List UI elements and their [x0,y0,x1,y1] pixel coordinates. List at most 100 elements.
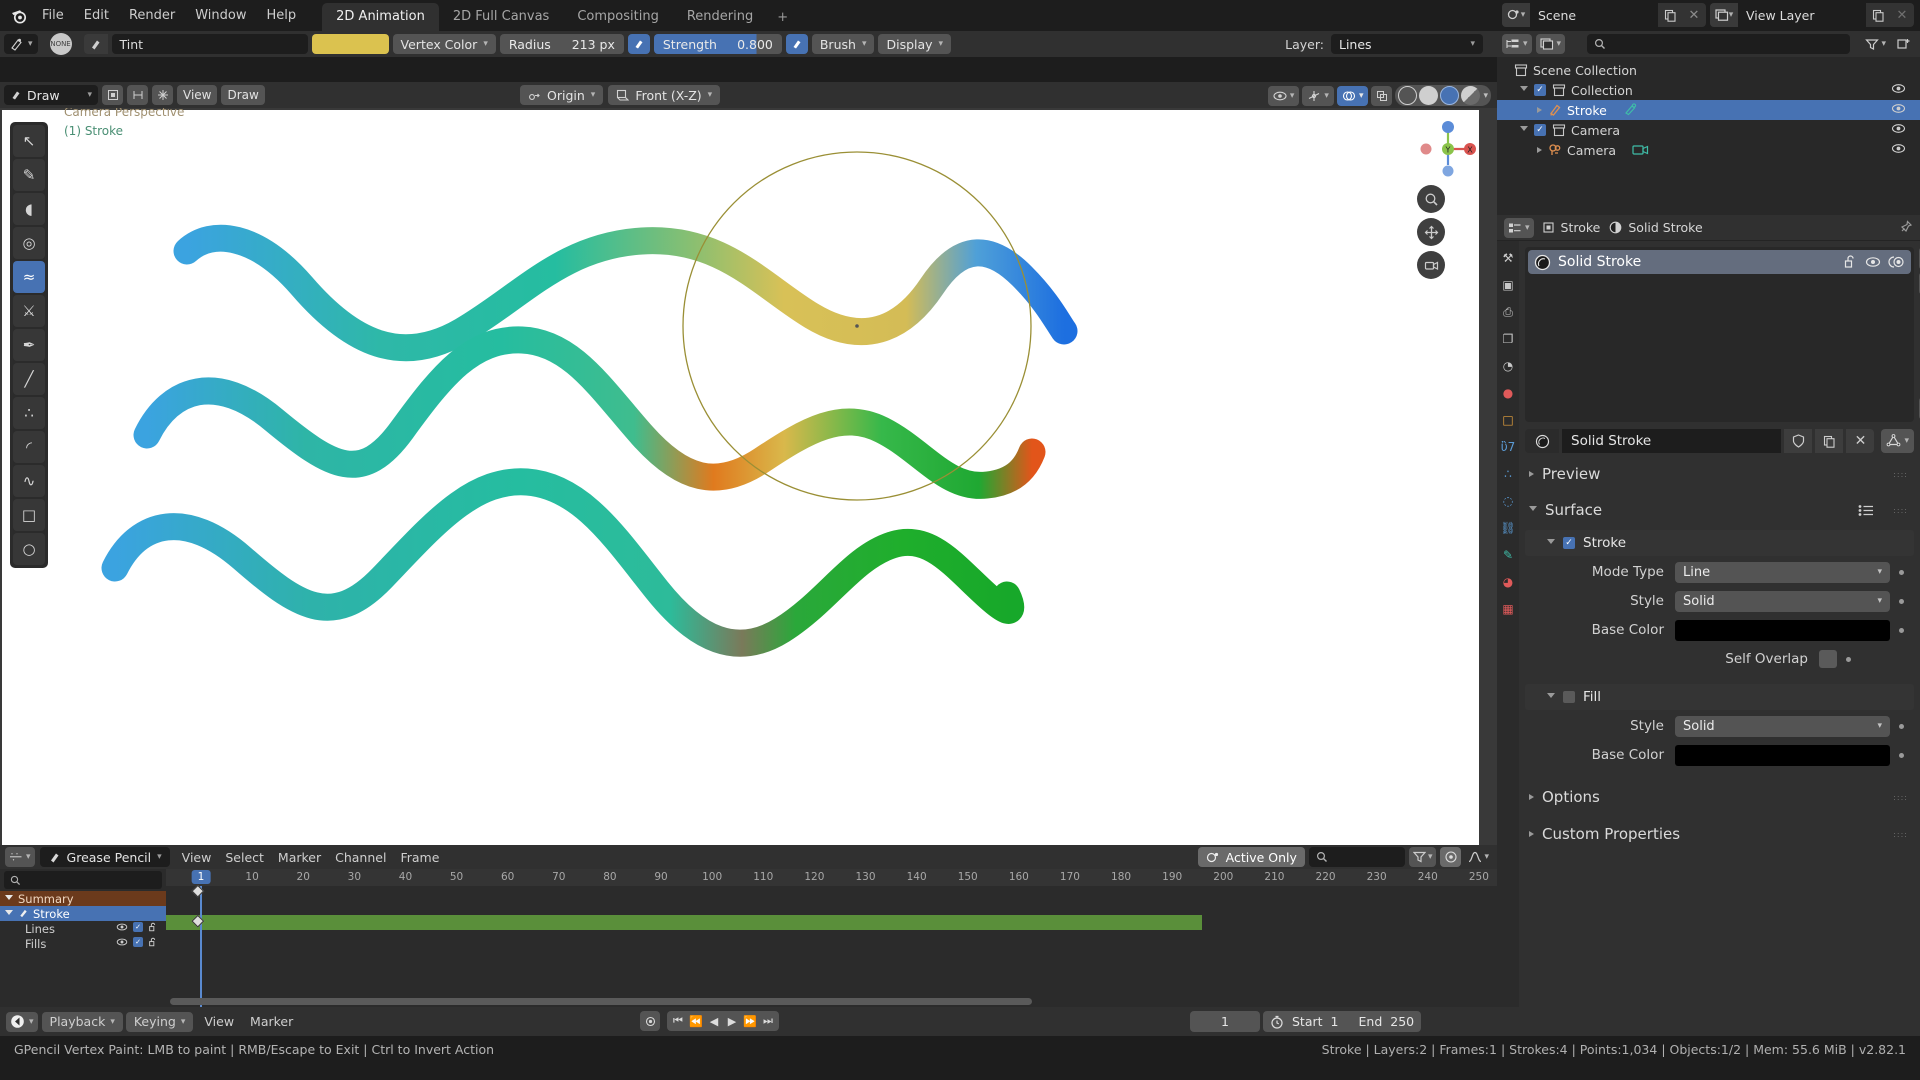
dopesheet-filter-dropdown[interactable]: ▾ [1408,847,1437,867]
chevron-right-icon[interactable] [1537,107,1542,113]
workspace-tab-2d-full-canvas[interactable]: 2D Full Canvas [439,3,564,31]
overlays-dropdown[interactable]: ▾ [1336,85,1369,106]
channel-stroke[interactable]: Stroke [0,906,166,921]
dopesheet-search-input[interactable] [1308,847,1405,867]
play-icon[interactable]: ▶ [723,1011,741,1031]
workspace-tab--[interactable]: + [767,4,798,31]
scene-copy-icon[interactable] [1658,3,1682,27]
strength-field[interactable]: Strength 0.800 [653,34,782,54]
workspace-tab-rendering[interactable]: Rendering [673,3,767,31]
wireframe-shading-icon[interactable] [1398,86,1418,105]
physics-tab[interactable]: ◌ [1499,492,1517,510]
new-collection-icon[interactable] [1893,37,1915,51]
timeline-menu-playback[interactable]: Playback ▾ [41,1011,123,1032]
onion-skin-icon[interactable] [1888,255,1905,269]
strength-pressure-toggle[interactable] [785,34,808,54]
menu-window[interactable]: Window [185,5,256,26]
blender-logo-icon[interactable] [8,5,30,27]
view-plane-dropdown[interactable]: Front (X-Z) ▾ [608,85,721,105]
panel-surface[interactable]: Surface :::: [1525,495,1914,525]
viewlayer-name[interactable]: View Layer [1738,3,1866,27]
animate-property-dot[interactable] [1899,569,1904,575]
circle-tool[interactable]: ○ [13,533,45,565]
material-browse-icon[interactable] [1525,429,1559,453]
animate-property-dot[interactable] [1899,752,1904,758]
layer-field[interactable]: Lines ▾ [1331,34,1483,54]
outliner-row-camera[interactable]: Camera [1497,140,1920,160]
brush-menu[interactable]: Brush ▾ [811,34,875,54]
vertex-color-dropdown[interactable]: Vertex Color ▾ [392,34,496,54]
multiframe-icon[interactable] [152,85,173,105]
menu-help[interactable]: Help [257,5,307,26]
outliner-filter-dropdown[interactable]: ▾ [1862,34,1889,54]
dopesheet-menu-view[interactable]: View [175,850,219,865]
timeline-menu-view[interactable]: View [196,1012,242,1031]
curve-tool[interactable]: ∿ [13,465,45,497]
tweak-tool[interactable]: ↖ [13,125,45,157]
keyframe-diamond[interactable] [191,884,205,898]
dopesheet-menu-channel[interactable]: Channel [328,850,393,865]
animate-property-dot[interactable] [1899,723,1904,729]
outliner-display-mode-dropdown[interactable]: ▾ [1502,34,1532,54]
editor-type-dropdown[interactable]: ▾ [5,847,35,867]
draw-menu[interactable]: Draw [221,85,265,105]
viewlayer-selector[interactable]: ▾ View Layer ✕ [1710,3,1914,27]
polyline-tool[interactable]: ∴ [13,397,45,429]
checkbox-icon[interactable]: ✓ [133,937,143,947]
eye-icon[interactable] [1891,102,1906,115]
material-tab[interactable]: ◕ [1499,573,1517,591]
channel-lines[interactable]: Lines ✓ [0,921,166,936]
end-frame-value[interactable]: 250 [1390,1014,1414,1029]
dopesheet-menu-select[interactable]: Select [218,850,271,865]
outliner-row-scene-collection[interactable]: Scene Collection [1497,60,1920,80]
viewlayer-copy-icon[interactable] [1866,3,1890,27]
proportional-falloff-dropdown[interactable]: ▾ [1465,847,1492,867]
material-slot-list[interactable]: Solid Stroke +−⌄ [1525,247,1920,422]
panel-custom-properties[interactable]: Custom Properties :::: [1525,819,1914,849]
modifier-tab[interactable]: ὒ7 [1499,438,1517,456]
pin-icon[interactable] [1898,220,1913,235]
dopesheet-menu-frame[interactable]: Frame [393,850,446,865]
proportional-edit-toggle[interactable] [1440,847,1462,867]
jump-end-icon[interactable]: ⏭ [759,1011,777,1031]
view-menu[interactable]: View [177,85,218,105]
horizontal-scrollbar[interactable] [170,998,1032,1005]
mode-selector[interactable]: Draw ▾ [4,85,98,105]
visibility-dropdown[interactable]: ▾ [1267,85,1300,106]
particles-tab[interactable]: ∴ [1499,465,1517,483]
lock-icon[interactable] [148,922,158,932]
viewlayer-delete-icon[interactable]: ✕ [1890,3,1914,27]
eye-icon[interactable] [1891,82,1906,95]
replace-tool[interactable]: ⚔ [13,295,45,327]
render-tab[interactable]: ▣ [1499,276,1517,294]
menu-file[interactable]: File [32,5,74,26]
timeline-menu-keying[interactable]: Keying ▾ [125,1011,194,1032]
play-reverse-icon[interactable]: ◀ [705,1011,723,1031]
dopesheet-mode-dropdown[interactable]: Grease Pencil ▾ [39,847,170,867]
subpanel-fill[interactable]: Fill [1525,684,1914,710]
object-tab[interactable]: □ [1499,411,1517,429]
eye-icon[interactable] [1865,255,1881,269]
average-tool[interactable]: ◎ [13,227,45,259]
brush-preview[interactable]: NONE [41,33,80,55]
rendered-shading-icon[interactable] [1461,86,1481,105]
outliner-row-stroke[interactable]: Stroke [1497,100,1920,120]
timeline-menu-marker[interactable]: Marker [242,1012,301,1031]
canvas-area[interactable]: Camera Perspective (1) Stroke [2,108,1479,845]
menu-render[interactable]: Render [119,5,185,26]
stroke-style-dropdown[interactable]: Solid ▾ [1675,590,1890,612]
animate-property-dot[interactable] [1899,627,1904,633]
scene-tab[interactable]: ◔ [1499,357,1517,375]
brush-data-icon[interactable] [83,34,108,54]
active-only-toggle[interactable]: Active Only [1197,847,1305,867]
outliner-row-camera[interactable]: ✓ Camera [1497,120,1920,140]
blur-tool[interactable]: ◖ [13,193,45,225]
eye-icon[interactable] [116,922,128,932]
keyframe-area[interactable]: 10 20 30 40 50 60 70 80 90 100 110 120 130 140 150 160 1… [166,869,1497,1007]
material-specials-dropdown[interactable]: ▾ [1881,429,1914,453]
workspace-tab-2d-animation[interactable]: 2D Animation [322,3,439,31]
copy-icon[interactable] [1815,429,1844,453]
playback-editor-icon[interactable]: ▾ [6,1011,38,1032]
keyframe-marker-dot[interactable] [640,1011,660,1031]
line-tool[interactable]: ╱ [13,363,45,395]
